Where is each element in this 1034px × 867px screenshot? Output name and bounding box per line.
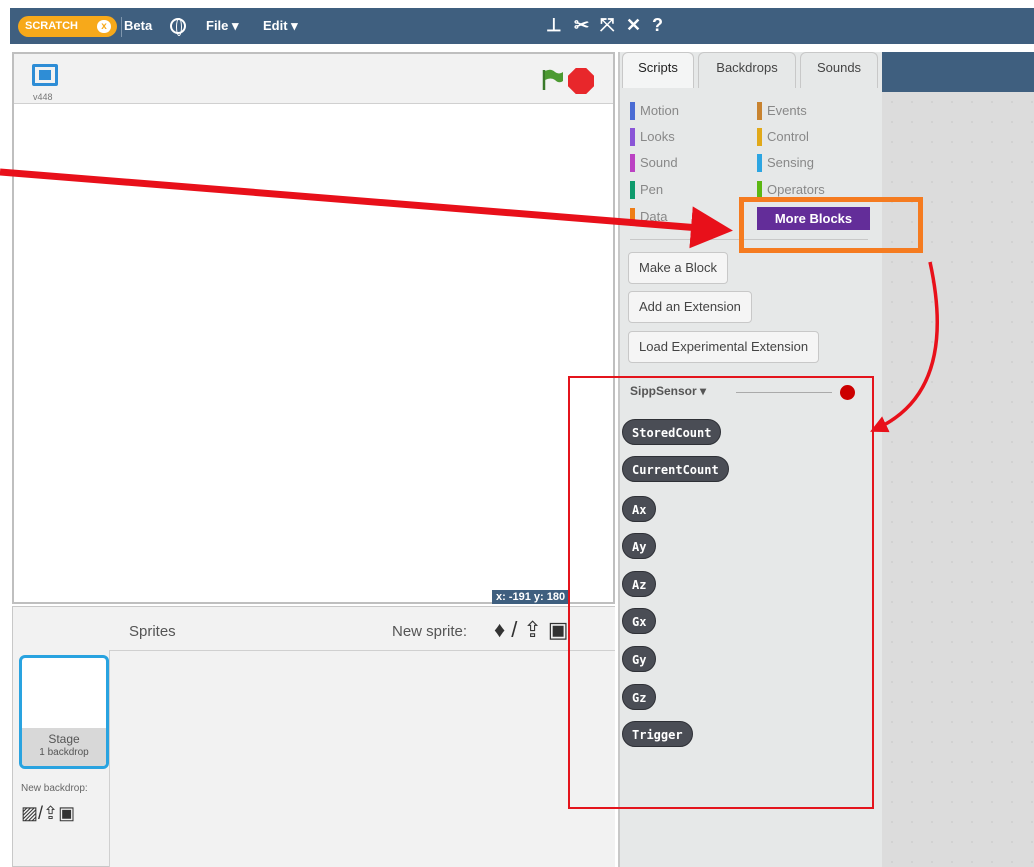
add-extension-button[interactable]: Add an Extension xyxy=(628,291,752,323)
tab-sounds[interactable]: Sounds xyxy=(800,52,878,88)
stage-toolbar: v448 xyxy=(14,54,613,104)
shrink-icon[interactable]: ✕ xyxy=(626,15,641,36)
help-icon[interactable]: ? xyxy=(652,15,663,36)
motion-swatch xyxy=(630,102,635,120)
menu-divider xyxy=(121,17,122,37)
category-control[interactable]: Control xyxy=(757,127,809,147)
category-label: Data xyxy=(640,209,668,224)
category-label: Events xyxy=(767,103,807,118)
cut-icon[interactable]: ✂ xyxy=(574,15,589,36)
stop-icon[interactable] xyxy=(568,68,594,94)
stage-label: Stage xyxy=(48,732,80,746)
pen-swatch xyxy=(630,181,635,199)
extension-blocks-highlight xyxy=(568,376,874,809)
category-data[interactable]: Data xyxy=(630,207,667,227)
logo-text: SCRATCH xyxy=(25,20,78,32)
edit-menu[interactable]: Edit ▾ xyxy=(263,18,298,34)
sprite-pane: Sprites New sprite: ♦/⇪▣ Stage 1 backdro… xyxy=(12,606,615,867)
stage-thumbnail-label: Stage 1 backdrop xyxy=(22,728,106,766)
control-swatch xyxy=(757,128,762,146)
category-label: Sensing xyxy=(767,155,814,170)
sound-swatch xyxy=(630,154,635,172)
upload-sprite-icon[interactable]: ⇪ xyxy=(523,617,547,642)
category-looks[interactable]: Looks xyxy=(630,127,675,147)
version-label: v448 xyxy=(33,92,53,102)
category-motion[interactable]: Motion xyxy=(630,101,679,121)
file-menu[interactable]: File ▾ xyxy=(206,18,239,34)
script-area[interactable] xyxy=(882,52,1034,867)
sprite-header: Sprites New sprite: ♦/⇪▣ xyxy=(109,607,615,651)
data-swatch xyxy=(630,208,635,226)
category-sound[interactable]: Sound xyxy=(630,153,678,173)
more-blocks-highlight xyxy=(739,197,923,253)
beta-label: Beta xyxy=(124,18,153,33)
category-label: Control xyxy=(767,129,809,144)
events-swatch xyxy=(757,102,762,120)
tab-scripts[interactable]: Scripts xyxy=(622,52,694,88)
choose-sprite-icon[interactable]: ♦ xyxy=(494,617,511,642)
grow-icon[interactable]: ⤧ xyxy=(600,15,614,36)
stage-canvas[interactable] xyxy=(14,105,613,602)
logo-x: x xyxy=(97,20,111,33)
category-sensing[interactable]: Sensing xyxy=(757,153,814,173)
sprites-label: Sprites xyxy=(129,623,176,640)
category-label: Operators xyxy=(767,182,825,197)
looks-swatch xyxy=(630,128,635,146)
category-label: Motion xyxy=(640,103,680,118)
category-label: Pen xyxy=(640,182,664,197)
language-globe-icon[interactable] xyxy=(170,18,186,36)
green-flag-icon[interactable] xyxy=(541,68,565,92)
paint-sprite-icon[interactable]: / xyxy=(511,617,523,642)
stage-panel: v448 xyxy=(12,52,615,604)
stage-thumbnail[interactable]: Stage 1 backdrop xyxy=(19,655,109,769)
sensing-swatch xyxy=(757,154,762,172)
scratchx-logo[interactable]: SCRATCH x xyxy=(18,16,117,37)
category-label: Looks xyxy=(640,129,675,144)
new-sprite-label: New sprite: xyxy=(392,623,468,640)
duplicate-icon[interactable]: ⊥ xyxy=(546,15,562,36)
camera-backdrop-icon[interactable]: ▣ xyxy=(58,803,75,823)
load-experimental-extension-button[interactable]: Load Experimental Extension xyxy=(628,331,820,363)
tab-backdrops[interactable]: Backdrops xyxy=(698,52,796,88)
choose-backdrop-icon[interactable]: ▨ xyxy=(21,803,38,823)
category-pen[interactable]: Pen xyxy=(630,180,663,200)
category-events[interactable]: Events xyxy=(757,101,807,121)
new-backdrop-label: New backdrop: xyxy=(21,783,88,794)
menu-bar: SCRATCH x Beta File ▾ Edit ▾ ⊥ ✂ ⤧ ✕ ? xyxy=(10,8,1034,44)
sprite-list xyxy=(109,651,615,867)
mouse-coordinates: x: -191 y: 180 xyxy=(492,590,570,604)
category-label: Sound xyxy=(640,155,678,170)
upload-backdrop-icon[interactable]: ⇪ xyxy=(43,803,58,823)
stage-backdrop-count: 1 backdrop xyxy=(39,747,89,758)
fullscreen-icon[interactable] xyxy=(32,64,58,86)
editor-tabs: Scripts Backdrops Sounds xyxy=(618,52,882,88)
new-backdrop-icons: ▨/⇪▣ xyxy=(21,803,75,824)
make-a-block-button[interactable]: Make a Block xyxy=(628,252,729,284)
new-sprite-icons: ♦/⇪▣ xyxy=(494,617,575,643)
